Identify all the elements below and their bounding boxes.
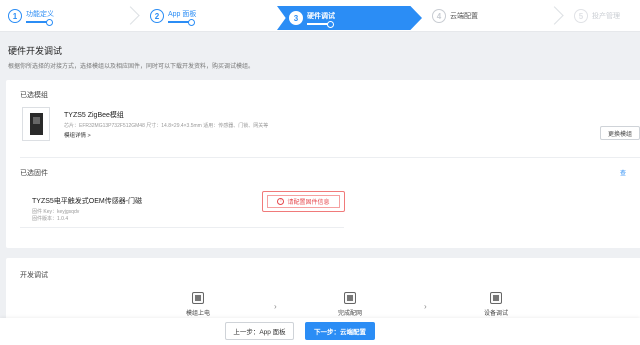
chevron-right-icon: ›: [424, 302, 427, 311]
change-module-button[interactable]: 更换模组: [600, 126, 640, 140]
step-progress-bar: [26, 18, 53, 26]
page-title: 硬件开发调试: [8, 46, 63, 56]
chevron-right-icon: [124, 6, 134, 26]
firmware-side-link[interactable]: 查: [620, 168, 626, 177]
dev-step-network: 完成配网: [338, 292, 362, 317]
firmware-key: 固件 Key：keyjgsqdv: [32, 209, 80, 215]
progress-stepper: 1 功能定义 2 App 面板 3 硬件调试 4 云端配置 5 投产管理: [0, 0, 640, 32]
step-number: 1: [8, 9, 22, 23]
chip-icon: [192, 292, 204, 304]
step-number: 5: [574, 9, 588, 23]
step-label: 云端配置: [450, 12, 478, 20]
dev-step-device-debug: 设备调试: [484, 292, 508, 317]
step-production[interactable]: 5 投产管理: [574, 5, 620, 27]
selected-module-title: 已选模组: [20, 92, 48, 99]
dev-step-label: 完成配网: [338, 311, 363, 317]
step-app-panel[interactable]: 2 App 面板: [150, 5, 196, 27]
step-label: 投产管理: [592, 12, 620, 20]
dev-debug-title: 开发调试: [20, 272, 48, 279]
chevron-right-icon: [548, 6, 558, 26]
step-label: App 面板: [168, 10, 197, 18]
module-name: TYZS5 ZigBee模组: [64, 112, 124, 119]
selected-firmware-title: 已选固件: [20, 170, 48, 177]
next-step-button[interactable]: 下一步：云端配置: [305, 322, 375, 340]
page-description: 根据你所选择的对接方式，选择模组以及相应固件，同时可以下载开发资料，购买调试模组…: [8, 64, 255, 70]
configure-firmware-button[interactable]: ! 请配置固件信息: [262, 191, 345, 212]
dev-step-label: 设备调试: [484, 311, 509, 317]
chevron-right-icon: ›: [274, 302, 277, 311]
module-details-link[interactable]: 模组详情 >: [64, 131, 91, 139]
step-feature-definition[interactable]: 1 功能定义: [8, 5, 54, 27]
step-hardware-debug[interactable]: 3 硬件调试: [277, 6, 422, 30]
step-number: 2: [150, 9, 164, 23]
divider: [20, 157, 640, 158]
step-number: 3: [289, 11, 303, 25]
step-cloud-config[interactable]: 4 云端配置: [432, 5, 478, 27]
step-label: 硬件调试: [307, 12, 335, 20]
firmware-name: TYZS5电平触发式OEM传感器-门磁: [32, 198, 143, 205]
module-meta: 芯片：EFR32MG13P732F512GM48 尺寸：14.8×29.4×3.…: [64, 123, 269, 129]
step-progress-bar: [307, 20, 334, 28]
footer-bar: 上一步：App 面板 下一步：云端配置: [0, 318, 640, 345]
dev-step-power-on: 模组上电: [186, 292, 210, 317]
hardware-card: 已选模组 TYZS5 ZigBee模组 芯片：EFR32MG13P732F512…: [6, 80, 640, 248]
device-icon: [490, 292, 502, 304]
info-icon: !: [277, 198, 285, 205]
step-number: 4: [432, 9, 446, 23]
step-label: 功能定义: [26, 10, 54, 18]
prev-step-button[interactable]: 上一步：App 面板: [225, 322, 294, 340]
firmware-version: 固件版本：1.0.4: [32, 216, 69, 222]
configure-firmware-label: 请配置固件信息: [287, 200, 330, 206]
module-image: [22, 107, 50, 141]
network-icon: [344, 292, 356, 304]
dev-step-label: 模组上电: [186, 311, 211, 317]
step-progress-bar: [168, 18, 195, 26]
